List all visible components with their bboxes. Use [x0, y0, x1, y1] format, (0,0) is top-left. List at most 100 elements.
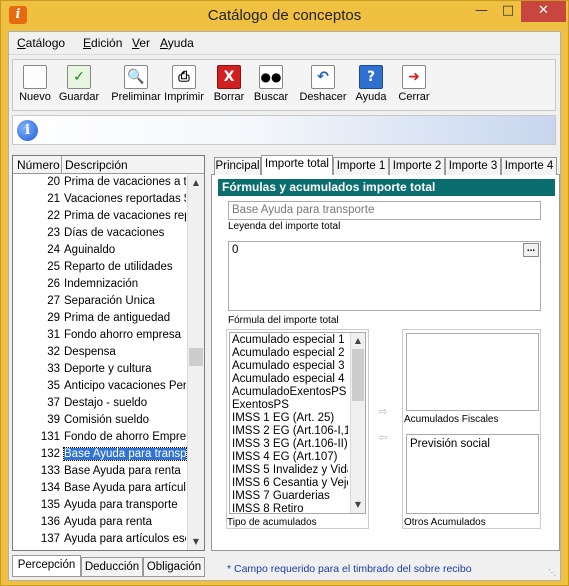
- tab-importe-total[interactable]: Importe total: [261, 155, 333, 176]
- list-scrollbar[interactable]: ▲ ▼: [187, 175, 204, 550]
- row-description: Ayuda para artículos esco: [64, 533, 186, 545]
- scroll-up-arrow[interactable]: ▲: [188, 175, 204, 191]
- fiscal-accumulators-list[interactable]: [406, 333, 539, 411]
- table-row[interactable]: 25 Reparto de utilidades: [13, 260, 187, 277]
- scroll-down-arrow[interactable]: ▼: [188, 534, 204, 550]
- close-button[interactable]: ➜ Cerrar: [395, 62, 433, 110]
- tab-deduccion[interactable]: Deducción: [81, 557, 143, 577]
- table-row[interactable]: 24 Aguinaldo: [13, 243, 187, 260]
- accumulator-item[interactable]: Acumulado especial 3: [232, 360, 348, 373]
- acc-scroll-up-arrow[interactable]: ▲: [351, 333, 365, 349]
- print-label: Imprimir: [164, 91, 204, 103]
- search-button[interactable]: ●● Buscar: [251, 62, 291, 110]
- row-description: Prima de vacaciones repo: [64, 210, 186, 222]
- help-button[interactable]: ? Ayuda: [353, 62, 389, 110]
- table-row[interactable]: 27 Separación Unica: [13, 294, 187, 311]
- close-window-button[interactable]: ✕: [521, 1, 566, 22]
- formula-edit-button[interactable]: ...: [523, 243, 539, 257]
- formula-field[interactable]: 0 ...: [228, 241, 541, 311]
- table-row[interactable]: 26 Indemnización: [13, 277, 187, 294]
- table-row[interactable]: 37 Destajo - sueldo: [13, 396, 187, 413]
- tab-obligacion[interactable]: Obligación: [143, 557, 205, 577]
- table-row[interactable]: 23 Días de vacaciones: [13, 226, 187, 243]
- table-row[interactable]: 31 Fondo ahorro empresa: [13, 328, 187, 345]
- other-accumulator-item[interactable]: Previsión social: [410, 438, 490, 450]
- preview-button[interactable]: 🔍 Preliminar: [111, 62, 161, 110]
- accumulator-item[interactable]: IMSS 5 Invalidez y Vida: [232, 464, 348, 477]
- accumulator-item[interactable]: IMSS 4 EG (Art.107): [232, 451, 348, 464]
- row-number: 37: [47, 397, 60, 409]
- tab-principal[interactable]: Principal: [214, 157, 261, 175]
- new-button[interactable]: Nuevo: [17, 62, 53, 110]
- save-button[interactable]: ✓ Guardar: [57, 62, 101, 110]
- accumulator-item[interactable]: ExentosPS: [232, 399, 348, 412]
- delete-button[interactable]: X Borrar: [211, 62, 247, 110]
- row-description: Destajo - sueldo: [64, 397, 148, 409]
- tab-importe-3[interactable]: Importe 3: [445, 157, 501, 175]
- row-number: 39: [47, 414, 60, 426]
- row-description: Comisión sueldo: [64, 414, 150, 426]
- legend-field[interactable]: Base Ayuda para transporte: [228, 201, 541, 220]
- menu-edicion[interactable]: Edición: [83, 36, 122, 50]
- tab-percepcion[interactable]: Percepción: [12, 555, 81, 577]
- tab-importe-2[interactable]: Importe 2: [389, 157, 445, 175]
- row-description: Fondo de ahorro Empresa: [64, 431, 186, 443]
- table-row[interactable]: 131 Fondo de ahorro Empresa: [13, 430, 187, 447]
- table-row[interactable]: 39 Comisión sueldo: [13, 413, 187, 430]
- table-row[interactable]: 22 Prima de vacaciones repo: [13, 209, 187, 226]
- resize-grip-icon[interactable]: ⋱: [548, 568, 558, 578]
- menu-catalogo[interactable]: Catálogo: [17, 36, 65, 50]
- accumulator-item[interactable]: IMSS 3 EG (Art.106-II): [232, 438, 348, 451]
- row-number: 137: [40, 533, 60, 545]
- accumulator-item[interactable]: AcumuladoExentosPS: [232, 386, 348, 399]
- table-row[interactable]: 137 Ayuda para artículos esco: [13, 532, 187, 549]
- row-number: 134: [40, 482, 60, 494]
- section-title: Fórmulas y acumulados importe total: [218, 179, 555, 196]
- other-accumulators-list[interactable]: Previsión social: [406, 434, 539, 514]
- header-descripcion[interactable]: Descripción: [65, 158, 128, 172]
- table-row[interactable]: 33 Deporte y cultura: [13, 362, 187, 379]
- row-number: 32: [47, 346, 60, 358]
- acc-scroll-thumb[interactable]: [352, 349, 364, 401]
- table-row[interactable]: 29 Prima de antiguedad: [13, 311, 187, 328]
- table-row[interactable]: 133 Base Ayuda para renta: [13, 464, 187, 481]
- accumulator-item[interactable]: Acumulado especial 2: [232, 347, 348, 360]
- maximize-button[interactable]: □: [495, 1, 521, 22]
- accumulators-scrollbar[interactable]: ▲ ▼: [350, 333, 365, 513]
- accumulator-item[interactable]: Acumulado especial 1: [232, 334, 348, 347]
- accumulator-item[interactable]: Acumulado especial 4: [232, 373, 348, 386]
- menu-ayuda[interactable]: Ayuda: [160, 36, 194, 50]
- move-left-arrow-icon[interactable]: ⇦: [376, 431, 390, 445]
- row-description: Base Ayuda para renta: [64, 465, 181, 477]
- print-button[interactable]: ⎙ Imprimir: [163, 62, 205, 110]
- tab-importe-4[interactable]: Importe 4: [501, 157, 557, 175]
- accumulator-item[interactable]: IMSS 2 EG (Art.106-I,10: [232, 425, 348, 438]
- minimize-button[interactable]: —: [468, 1, 495, 22]
- row-number: 27: [47, 295, 60, 307]
- header-numero[interactable]: Número: [17, 158, 60, 172]
- undo-button[interactable]: ↶ Deshacer: [297, 62, 349, 110]
- accumulator-item[interactable]: IMSS 8 Retiro: [232, 503, 348, 513]
- menu-ver[interactable]: Ver: [132, 36, 150, 50]
- detail-panel: Principal Importe total Importe 1 Import…: [211, 155, 560, 551]
- table-row[interactable]: 132 Base Ayuda para transpo: [13, 447, 187, 464]
- preview-icon: 🔍: [124, 65, 148, 89]
- move-right-arrow-icon[interactable]: ⇨: [376, 405, 390, 419]
- table-row[interactable]: 35 Anticipo vacaciones Perc: [13, 379, 187, 396]
- row-description: Reparto de utilidades: [64, 261, 173, 273]
- accumulators-list[interactable]: Acumulado especial 1 Acumulado especial 2…: [229, 332, 366, 514]
- header-separator[interactable]: [61, 156, 62, 174]
- accumulator-item[interactable]: IMSS 1 EG (Art. 25): [232, 412, 348, 425]
- accumulator-item[interactable]: IMSS 7 Guarderias: [232, 490, 348, 503]
- acc-scroll-down-arrow[interactable]: ▼: [351, 497, 365, 513]
- tab-importe-1[interactable]: Importe 1: [333, 157, 389, 175]
- scroll-thumb[interactable]: [189, 348, 203, 366]
- table-row[interactable]: 135 Ayuda para transporte: [13, 498, 187, 515]
- table-row[interactable]: 32 Despensa: [13, 345, 187, 362]
- table-row[interactable]: 20 Prima de vacaciones a tie: [13, 175, 187, 192]
- delete-label: Borrar: [213, 91, 245, 103]
- table-row[interactable]: 136 Ayuda para renta: [13, 515, 187, 532]
- table-row[interactable]: 134 Base Ayuda para artículos: [13, 481, 187, 498]
- table-row[interactable]: 21 Vacaciones reportadas $: [13, 192, 187, 209]
- accumulator-item[interactable]: IMSS 6 Cesantia y Vejez: [232, 477, 348, 490]
